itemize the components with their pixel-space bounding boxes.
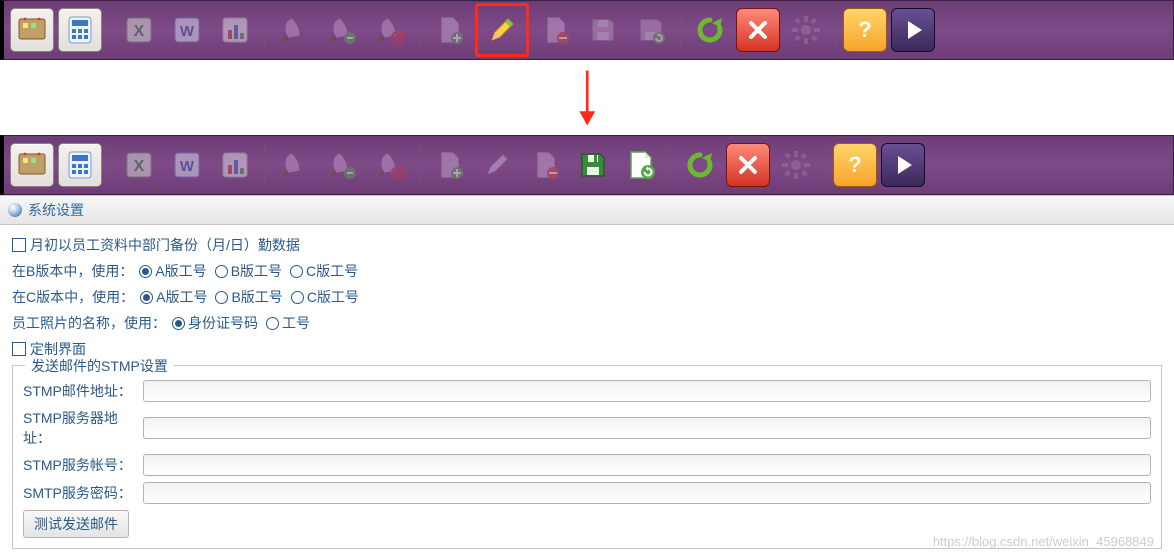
test-email-button[interactable]: 测试发送邮件 — [23, 510, 129, 538]
backup-checkbox[interactable] — [12, 238, 26, 252]
radio-c-b[interactable] — [215, 291, 228, 304]
toolbar-after: X W ? — [0, 135, 1174, 195]
smtp-fieldset: 发送邮件的STMP设置 STMP邮件地址： STMP服务器地址： STMP服务帐… — [12, 365, 1162, 549]
calc-icon[interactable] — [58, 143, 102, 187]
gear-icon[interactable] — [774, 143, 818, 187]
pencil-highlight — [475, 3, 529, 57]
toolbar-before: X W ? — [0, 0, 1174, 60]
svg-text:X: X — [134, 23, 145, 40]
word-icon[interactable]: W — [165, 143, 209, 187]
refresh-icon[interactable] — [678, 143, 722, 187]
svg-text:W: W — [180, 158, 195, 175]
excel-icon[interactable]: X — [117, 8, 161, 52]
doc-add-icon[interactable] — [427, 8, 471, 52]
svg-text:?: ? — [848, 152, 861, 177]
section-dot-icon — [8, 203, 22, 217]
save-refresh-icon[interactable] — [629, 8, 673, 52]
arrow-indicator — [0, 60, 1174, 135]
svg-text:X: X — [134, 158, 145, 175]
bell-block-icon[interactable] — [368, 143, 412, 187]
pencil-icon[interactable] — [475, 143, 519, 187]
section-header: 系统设置 — [0, 195, 1174, 225]
help-icon[interactable]: ? — [833, 143, 877, 187]
smtp-server-input[interactable] — [143, 417, 1151, 439]
radio-b-c[interactable] — [290, 265, 303, 278]
play-icon[interactable] — [891, 8, 935, 52]
help-icon[interactable]: ? — [843, 8, 887, 52]
close-icon[interactable] — [736, 8, 780, 52]
close-icon[interactable] — [726, 143, 770, 187]
play-icon[interactable] — [881, 143, 925, 187]
doc-delete-icon[interactable] — [533, 8, 577, 52]
row-photo-name: 员工照片的名称，使用： 身份证号码 工号 — [12, 313, 1162, 333]
gear-icon[interactable] — [784, 8, 828, 52]
bell-minus-icon[interactable] — [320, 143, 364, 187]
smtp-password-input[interactable] — [143, 482, 1151, 504]
doc-delete-icon[interactable] — [523, 143, 567, 187]
svg-text:?: ? — [858, 17, 871, 42]
bell-block-icon[interactable] — [368, 8, 412, 52]
radio-b-a[interactable] — [139, 265, 152, 278]
bell-icon[interactable] — [272, 8, 316, 52]
excel-icon[interactable]: X — [117, 143, 161, 187]
save-icon[interactable] — [581, 8, 625, 52]
radio-b-b[interactable] — [215, 265, 228, 278]
board-icon[interactable] — [10, 143, 54, 187]
doc-add-icon[interactable] — [427, 143, 471, 187]
smtp-addr-input[interactable] — [143, 380, 1151, 402]
backup-checkbox-label: 月初以员工资料中部门备份（月/日）勤数据 — [30, 235, 300, 255]
smtp-legend: 发送邮件的STMP设置 — [25, 356, 174, 376]
settings-form: 月初以员工资料中部门备份（月/日）勤数据 在B版本中，使用： A版工号 B版工号… — [0, 225, 1174, 555]
svg-text:W: W — [180, 23, 195, 40]
chart-icon[interactable] — [213, 143, 257, 187]
section-title: 系统设置 — [28, 200, 84, 220]
row-b-version: 在B版本中，使用： A版工号 B版工号 C版工号 — [12, 261, 1162, 281]
word-icon[interactable]: W — [165, 8, 209, 52]
radio-photo-num[interactable] — [266, 317, 279, 330]
radio-c-a[interactable] — [140, 291, 153, 304]
smtp-account-input[interactable] — [143, 454, 1151, 476]
chart-icon[interactable] — [213, 8, 257, 52]
bell-minus-icon[interactable] — [320, 8, 364, 52]
row-c-version: 在C版本中，使用： A版工号 B版工号 C版工号 — [12, 287, 1162, 307]
save-icon[interactable] — [571, 143, 615, 187]
radio-c-c[interactable] — [291, 291, 304, 304]
save-refresh-icon[interactable] — [619, 143, 663, 187]
refresh-icon[interactable] — [688, 8, 732, 52]
custom-ui-checkbox[interactable] — [12, 342, 26, 356]
board-icon[interactable] — [10, 8, 54, 52]
radio-photo-id[interactable] — [172, 317, 185, 330]
bell-icon[interactable] — [272, 143, 316, 187]
calc-icon[interactable] — [58, 8, 102, 52]
pencil-icon[interactable] — [480, 8, 524, 52]
